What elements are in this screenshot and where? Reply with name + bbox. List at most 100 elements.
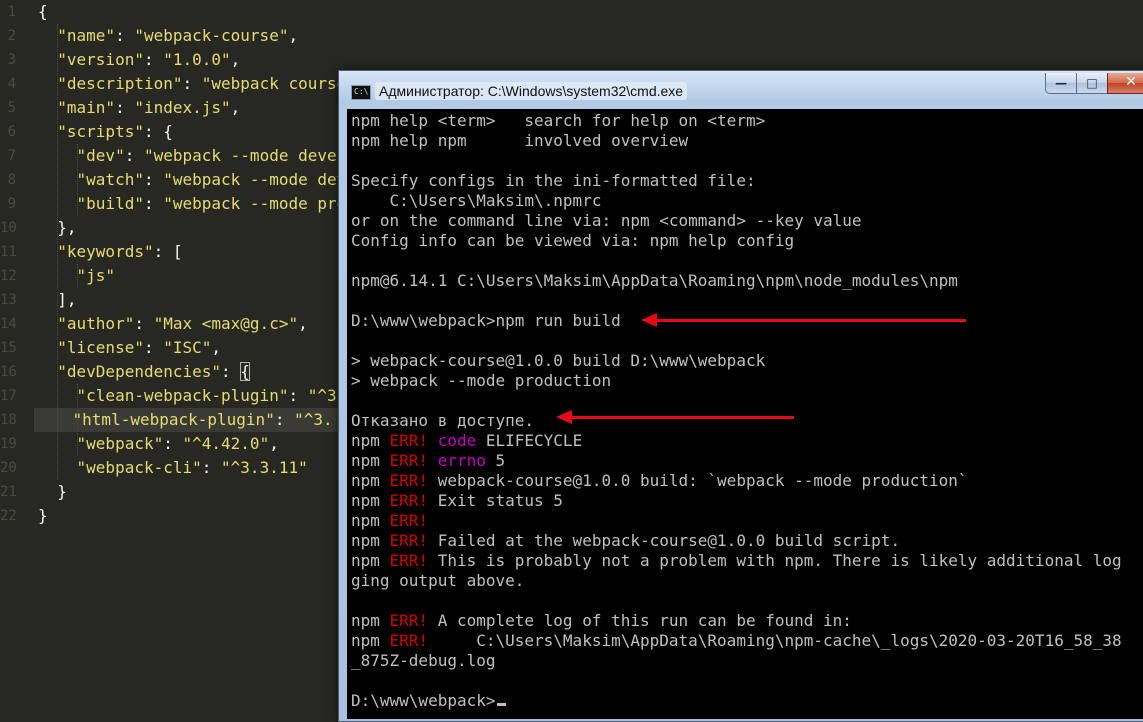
json-string-token: "index.js" bbox=[134, 98, 231, 117]
console-line: npm help <term> search for help on <term… bbox=[351, 111, 765, 131]
code-line[interactable]: "license": "ISC", bbox=[38, 336, 221, 360]
line-number: 6 bbox=[7, 124, 16, 140]
error-key: code bbox=[437, 431, 477, 450]
console-line: > webpack --mode production bbox=[351, 371, 611, 391]
code-token: : bbox=[115, 98, 135, 117]
console-text: npm bbox=[351, 511, 390, 530]
console-line: Config info can be viewed via: npm help … bbox=[351, 231, 794, 251]
json-string-token: "^4.42.0" bbox=[182, 434, 270, 453]
json-string-token: "main" bbox=[57, 98, 116, 117]
error-label: ERR! bbox=[389, 491, 429, 510]
code-line[interactable]: "webpack": "^4.42.0", bbox=[38, 432, 279, 456]
code-line[interactable]: "webpack-cli": "^3.3.11" bbox=[38, 456, 308, 480]
console-text: C:\Users\Maksim\.npmrc bbox=[351, 191, 602, 210]
json-string-token: "name" bbox=[57, 26, 116, 45]
json-string-token: "clean-webpack-plugin" bbox=[76, 386, 289, 405]
code-token: : bbox=[288, 386, 308, 405]
text-cursor bbox=[496, 703, 506, 706]
code-token: { bbox=[240, 362, 250, 381]
close-button[interactable]: ✕ bbox=[1107, 73, 1143, 94]
line-number: 16 bbox=[0, 364, 16, 380]
console-line: D:\www\webpack>npm run build bbox=[351, 311, 621, 331]
console-line: npm help npm involved overview bbox=[351, 131, 688, 151]
code-line[interactable]: "main": "index.js", bbox=[38, 96, 240, 120]
code-line[interactable]: "dev": "webpack --mode devel bbox=[38, 144, 347, 168]
json-string-token: "^3. bbox=[294, 410, 333, 429]
json-string-token: "ISC" bbox=[163, 338, 212, 357]
line-number: 18 bbox=[0, 412, 16, 428]
line-number: 20 bbox=[0, 460, 16, 476]
line-number: 4 bbox=[7, 76, 16, 92]
code-line[interactable]: "devDependencies": { bbox=[38, 360, 250, 384]
code-token: : { bbox=[143, 122, 173, 141]
console-text: npm@6.14.1 C:\Users\Maksim\AppData\Roami… bbox=[351, 271, 958, 290]
console-text: > webpack --mode production bbox=[351, 371, 612, 390]
console-text: _875Z-debug.log bbox=[351, 651, 496, 670]
error-label: ERR! bbox=[389, 471, 429, 490]
json-string-token: "webpack --mode dev bbox=[163, 170, 347, 189]
json-string-token: "build" bbox=[76, 194, 144, 213]
console-line: npm ERR! C:\Users\Maksim\AppData\Roaming… bbox=[351, 631, 1122, 651]
line-number: 3 bbox=[7, 52, 16, 68]
console-line: > webpack-course@1.0.0 build D:\www\webp… bbox=[351, 351, 765, 371]
code-line[interactable]: "clean-webpack-plugin": "^3. bbox=[38, 384, 347, 408]
code-token: { bbox=[38, 2, 48, 21]
console-line: npm@6.14.1 C:\Users\Maksim\AppData\Roami… bbox=[351, 271, 958, 291]
code-token: : bbox=[143, 50, 164, 69]
console-text: npm bbox=[351, 611, 390, 630]
code-line[interactable]: } bbox=[38, 504, 48, 528]
code-line[interactable]: "name": "webpack-course", bbox=[38, 24, 298, 48]
code-line[interactable]: "description": "webpack course" bbox=[38, 72, 356, 96]
json-string-token: "license" bbox=[57, 338, 144, 357]
error-label: ERR! bbox=[389, 511, 429, 530]
cmd-titlebar[interactable]: C:\ Администратор: C:\Windows\system32\c… bbox=[339, 71, 1143, 109]
code-line[interactable]: "version": "1.0.0", bbox=[38, 48, 240, 72]
code-line[interactable]: "watch": "webpack --mode dev bbox=[38, 168, 347, 192]
cmd-window[interactable]: C:\ Администратор: C:\Windows\system32\c… bbox=[338, 70, 1143, 722]
json-string-token: "webpack-cli" bbox=[76, 458, 202, 477]
code-line[interactable]: "scripts": { bbox=[38, 120, 173, 144]
console-line: Specify configs in the ini-formatted fil… bbox=[351, 171, 756, 191]
code-token: : bbox=[274, 410, 295, 429]
console-text: npm bbox=[351, 431, 390, 450]
maximize-button[interactable]: □ bbox=[1076, 73, 1108, 94]
console-line: npm ERR! This is probably not a problem … bbox=[351, 551, 1122, 571]
console-output[interactable]: npm help <term> search for help on <term… bbox=[347, 109, 1143, 719]
code-token: : [ bbox=[153, 242, 183, 261]
code-line[interactable]: "html-webpack-plugin": "^3. bbox=[34, 408, 354, 432]
json-string-token: "^3.3.11" bbox=[221, 458, 308, 477]
minimize-button[interactable]: — bbox=[1045, 73, 1077, 94]
code-token: : bbox=[221, 362, 241, 381]
code-line[interactable]: "author": "Max <max@g.c>", bbox=[38, 312, 307, 336]
code-line[interactable]: "build": "webpack --mode pro bbox=[38, 192, 347, 216]
console-icon: C:\ bbox=[351, 85, 371, 100]
json-string-token: "scripts" bbox=[57, 122, 144, 141]
line-number: 1 bbox=[7, 4, 16, 20]
code-line[interactable]: { bbox=[38, 0, 48, 24]
json-string-token: "devDependencies" bbox=[57, 362, 222, 381]
json-string-token: "webpack" bbox=[76, 434, 164, 453]
console-text: This is probably not a problem with npm.… bbox=[428, 551, 1122, 570]
console-text: > webpack-course@1.0.0 build D:\www\webp… bbox=[351, 351, 766, 370]
code-line[interactable]: } bbox=[38, 480, 67, 504]
error-label: ERR! bbox=[389, 611, 429, 630]
console-text: npm bbox=[351, 551, 390, 570]
code-line[interactable]: "keywords": [ bbox=[38, 240, 183, 264]
console-text: Exit status 5 bbox=[428, 491, 563, 510]
error-label: ERR! bbox=[389, 451, 429, 470]
json-string-token: "author" bbox=[57, 314, 135, 333]
indent-guide bbox=[57, 24, 58, 480]
line-number: 12 bbox=[0, 268, 16, 284]
console-text: npm bbox=[351, 631, 390, 650]
console-icon-label: C:\ bbox=[354, 87, 369, 96]
console-line: D:\www\webpack> bbox=[351, 691, 506, 711]
error-label: ERR! bbox=[389, 431, 429, 450]
console-text: D:\www\webpack>npm run build bbox=[351, 311, 621, 330]
console-text: npm bbox=[351, 531, 390, 550]
code-token: , bbox=[269, 434, 279, 453]
